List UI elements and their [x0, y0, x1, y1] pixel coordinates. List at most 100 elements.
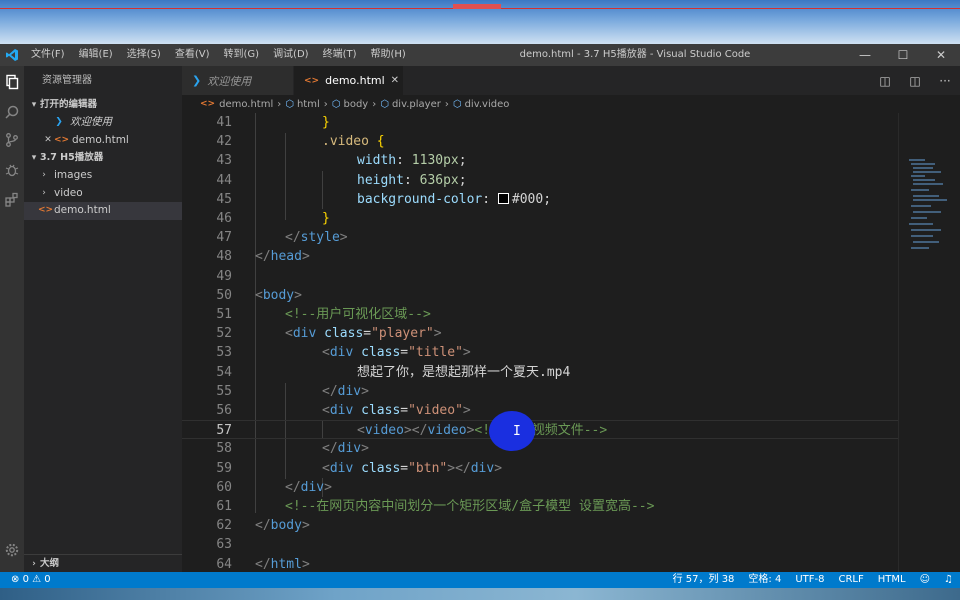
chevron-right-icon: › — [42, 170, 46, 180]
line-number: 58 — [216, 441, 232, 457]
folder-item-label: images — [54, 169, 93, 181]
breadcrumb-item[interactable]: html — [297, 99, 320, 110]
folder-item-images[interactable]: › images — [24, 167, 182, 185]
line-code: </body> — [255, 518, 310, 534]
line-number: 51 — [216, 307, 232, 322]
code-line: 48 </head> — [182, 247, 898, 266]
line-number: 59 — [216, 460, 232, 476]
menu-edit[interactable]: 编辑(E) — [72, 44, 120, 66]
debug-icon[interactable] — [0, 158, 24, 182]
extensions-icon[interactable] — [0, 188, 24, 212]
code-line: 64 </html> — [182, 555, 898, 572]
code-editor[interactable]: 41} 42 .video { 43 width: 1130px; 44 height… — [182, 113, 898, 572]
line-code: } — [322, 211, 330, 226]
close-button[interactable]: ✕ — [922, 44, 960, 66]
element-icon: ⬡ — [285, 98, 294, 110]
language-mode[interactable]: HTML — [871, 572, 913, 588]
line-number: 60 — [216, 479, 232, 495]
chevron-right-icon: › — [42, 187, 46, 198]
problems-indicator[interactable]: ⊗ 0 ⚠ 0 — [4, 572, 58, 588]
folder-item-demo-html[interactable]: <> demo.html — [24, 202, 182, 220]
tab-label: demo.html — [325, 74, 385, 87]
maximize-button[interactable]: ☐ — [884, 44, 922, 66]
line-number: 52 — [216, 326, 232, 342]
explorer-sidebar: 资源管理器 ▾ 打开的编辑器 ❯ 欢迎使用 ✕ <> demo.html ▾ 3… — [24, 66, 182, 572]
cursor-position[interactable]: 行 57，列 38 — [666, 572, 742, 588]
menu-selection[interactable]: 选择(S) — [120, 44, 168, 66]
text-cursor-icon: I — [513, 424, 521, 439]
notifications-bell-icon[interactable]: ♫ — [937, 572, 960, 588]
vscode-logo-icon — [0, 44, 24, 66]
vscode-file-icon: ❯ — [55, 117, 63, 127]
source-control-icon[interactable] — [0, 128, 24, 152]
tab-demo-html[interactable]: <> demo.html ✕ — [294, 66, 404, 95]
breadcrumb-separator-icon: › — [444, 98, 449, 110]
end-of-line[interactable]: CRLF — [832, 572, 871, 588]
code-line: 41} — [182, 113, 898, 132]
code-line: 56 <div class="video"> — [182, 401, 898, 420]
more-actions-icon[interactable]: ··· — [930, 74, 960, 88]
color-swatch[interactable] — [497, 192, 509, 204]
code-line: 59 <div class="btn"></div> — [182, 459, 898, 478]
outline-section[interactable]: › 大纲 — [24, 554, 182, 572]
code-line: 63 — [182, 535, 898, 554]
menu-debug[interactable]: 调试(D) — [266, 44, 316, 66]
line-number: 54 — [216, 364, 232, 380]
vscode-file-icon: ❯ — [192, 74, 202, 87]
line-code: </head> — [255, 249, 310, 265]
minimap[interactable] — [898, 113, 960, 572]
line-code: </div> — [285, 479, 332, 495]
feedback-icon[interactable]: ☺ — [913, 572, 937, 588]
line-code: <!--用户可视化区域--> — [285, 307, 431, 322]
code-line: 50 <body> — [182, 286, 898, 305]
menu-go[interactable]: 转到(G) — [217, 44, 267, 66]
open-preview-icon[interactable]: ◫ — [870, 74, 900, 88]
chevron-right-icon: › — [32, 559, 36, 569]
line-code: width: 1130px; — [357, 153, 467, 169]
settings-gear-icon[interactable] — [0, 538, 24, 562]
menu-help[interactable]: 帮助(H) — [364, 44, 413, 66]
activity-bar — [0, 66, 24, 572]
line-code: </style> — [285, 230, 348, 246]
open-editors-section[interactable]: ▾ 打开的编辑器 — [24, 96, 182, 114]
open-editor-welcome[interactable]: ❯ 欢迎使用 — [24, 114, 182, 132]
breadcrumb-item[interactable]: demo.html — [219, 99, 273, 110]
outline-header[interactable]: › 大纲 — [24, 555, 182, 573]
tab-close-icon[interactable]: ✕ — [391, 75, 399, 86]
code-line-current: 57 <video></video><!--引入视频文件--> — [182, 420, 898, 440]
close-icon[interactable]: ✕ — [42, 132, 54, 150]
code-line: 51 <!--用户可视化区域--> — [182, 305, 898, 324]
chevron-down-icon: ▾ — [31, 153, 37, 163]
code-line: 42 .video { — [182, 132, 898, 151]
breadcrumb-item[interactable]: div.player — [392, 99, 441, 110]
search-icon[interactable] — [0, 100, 24, 124]
line-number: 62 — [216, 518, 232, 534]
indentation[interactable]: 空格: 4 — [741, 572, 788, 588]
line-number: 57 — [216, 423, 232, 439]
file-encoding[interactable]: UTF-8 — [788, 572, 831, 588]
status-right: 行 57，列 38 空格: 4 UTF-8 CRLF HTML ☺ ♫ — [666, 572, 960, 588]
folder-item-label: demo.html — [54, 204, 111, 216]
recording-indicator — [453, 4, 501, 9]
minimize-button[interactable]: — — [846, 44, 884, 66]
line-number: 43 — [216, 153, 232, 169]
folder-section[interactable]: ▾ 3.7 H5播放器 — [24, 149, 182, 167]
breadcrumb-item[interactable]: body — [343, 99, 368, 110]
explorer-title: 资源管理器 — [42, 75, 92, 86]
html-file-icon: <> — [200, 99, 216, 109]
line-code: 想起了你，是想起那样一个夏天.mp4 — [357, 364, 571, 380]
explorer-icon[interactable] — [0, 70, 24, 94]
breadcrumb-item[interactable]: div.video — [465, 99, 510, 110]
open-editor-demo[interactable]: ✕ <> demo.html — [24, 132, 182, 150]
folder-item-video[interactable]: › video — [24, 185, 182, 203]
line-number: 41 — [216, 115, 232, 130]
menu-view[interactable]: 查看(V) — [168, 44, 217, 66]
menu-file[interactable]: 文件(F) — [24, 44, 72, 66]
code-line: 44 height: 636px; — [182, 171, 898, 190]
tab-welcome[interactable]: ❯ 欢迎使用 — [182, 66, 294, 95]
split-editor-icon[interactable]: ◫ — [900, 74, 930, 88]
menu-terminal[interactable]: 终端(T) — [316, 44, 364, 66]
pointer-highlight — [489, 411, 535, 451]
code-line: 58 </div> — [182, 439, 898, 458]
line-code: <div class="player"> — [285, 326, 442, 342]
